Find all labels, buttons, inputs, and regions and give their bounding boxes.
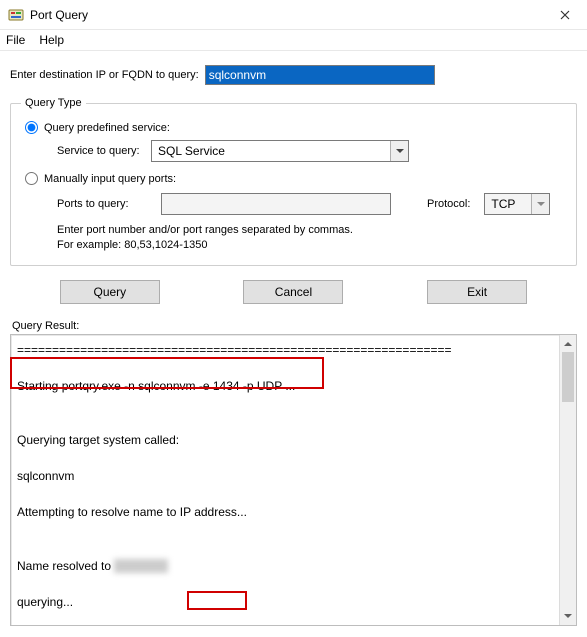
vertical-scrollbar[interactable] bbox=[559, 335, 576, 625]
title-bar: Port Query bbox=[0, 0, 587, 30]
scroll-up-icon[interactable] bbox=[560, 335, 576, 352]
result-line-resolving: Attempting to resolve name to IP address… bbox=[17, 503, 553, 521]
query-type-legend: Query Type bbox=[21, 97, 86, 109]
chevron-down-icon bbox=[531, 194, 549, 214]
result-line-querying: querying... bbox=[17, 593, 553, 611]
protocol-label: Protocol: bbox=[427, 198, 470, 210]
exit-button[interactable]: Exit bbox=[427, 280, 527, 304]
destination-input[interactable] bbox=[205, 65, 435, 85]
protocol-select[interactable]: TCP bbox=[484, 193, 550, 215]
result-textarea[interactable]: ========================================… bbox=[10, 334, 577, 626]
redacted-ip: xxx bbox=[114, 559, 168, 573]
radio-manual[interactable] bbox=[25, 172, 38, 185]
ports-label: Ports to query: bbox=[57, 198, 151, 210]
ports-input bbox=[161, 193, 391, 215]
ports-hint: Enter port number and/or port ranges sep… bbox=[57, 223, 566, 253]
destination-label: Enter destination IP or FQDN to query: bbox=[10, 69, 199, 81]
query-type-group: Query Type Query predefined service: Ser… bbox=[10, 97, 577, 266]
result-rule: ========================================… bbox=[17, 341, 553, 359]
scroll-track[interactable] bbox=[560, 352, 576, 608]
scroll-down-icon[interactable] bbox=[560, 608, 576, 625]
result-line-starting: Starting portqry.exe -n sqlconnvm -e 143… bbox=[17, 377, 553, 395]
radio-predefined[interactable] bbox=[25, 121, 38, 134]
result-line-target: sqlconnvm bbox=[17, 467, 553, 485]
result-line-querying-target: Querying target system called: bbox=[17, 431, 553, 449]
service-label: Service to query: bbox=[57, 145, 151, 157]
query-button[interactable]: Query bbox=[60, 280, 160, 304]
chevron-down-icon bbox=[390, 141, 408, 161]
service-select[interactable]: SQL Service bbox=[151, 140, 409, 162]
radio-predefined-label: Query predefined service: bbox=[44, 122, 170, 134]
radio-manual-label: Manually input query ports: bbox=[44, 173, 176, 185]
app-icon bbox=[8, 7, 24, 23]
protocol-value: TCP bbox=[491, 197, 515, 211]
cancel-button[interactable]: Cancel bbox=[243, 280, 343, 304]
service-value: SQL Service bbox=[158, 144, 225, 158]
menu-help[interactable]: Help bbox=[39, 33, 64, 47]
menu-bar: File Help bbox=[0, 30, 587, 51]
scroll-thumb[interactable] bbox=[562, 352, 574, 402]
result-label: Query Result: bbox=[12, 320, 575, 332]
menu-file[interactable]: File bbox=[6, 33, 25, 47]
window-title: Port Query bbox=[30, 8, 545, 22]
close-button[interactable] bbox=[545, 1, 585, 29]
result-line-resolved: Name resolved to xxx bbox=[17, 557, 553, 575]
